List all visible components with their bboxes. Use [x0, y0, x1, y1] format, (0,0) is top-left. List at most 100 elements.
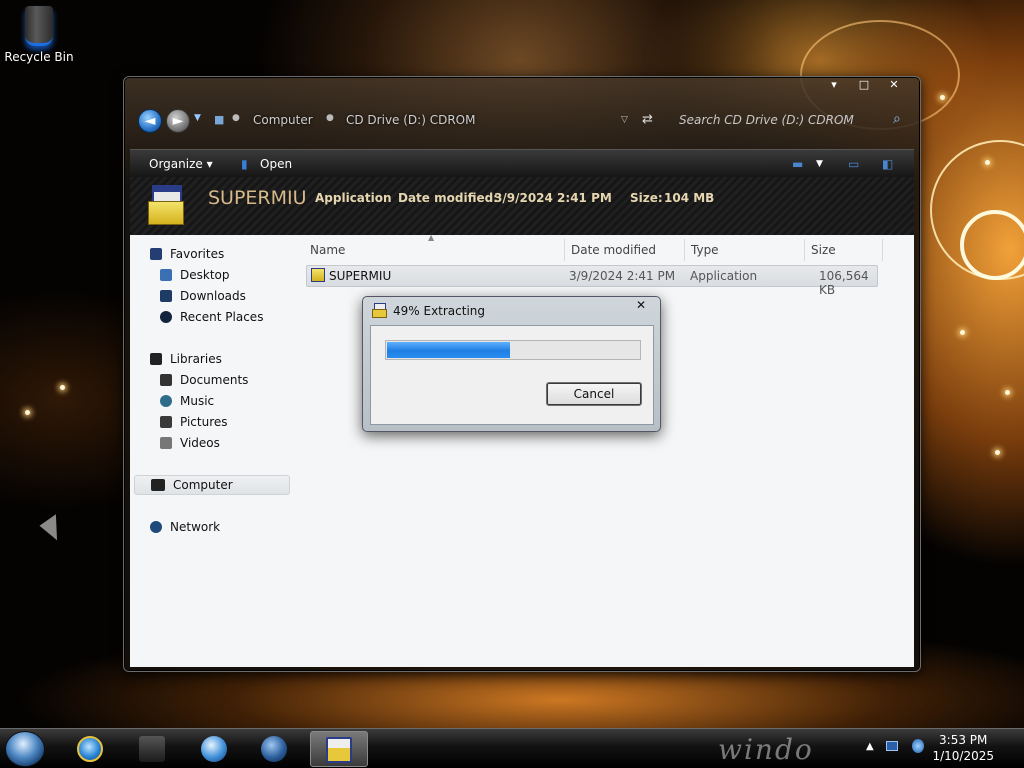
command-bar: Organize ▾ ▮ Open ▬ ▼ ▭ ◧ [130, 149, 914, 177]
column-divider[interactable] [882, 239, 883, 261]
details-file-name: SUPERMIU [208, 187, 307, 209]
media-player-icon [201, 736, 227, 762]
extracting-dialog: 49% Extracting ✕ Cancel [362, 296, 661, 432]
view-dropdown-icon[interactable]: ▼ [816, 159, 823, 169]
taskbar-supermiu[interactable] [310, 731, 368, 767]
column-header-type[interactable]: Type [691, 243, 719, 257]
sidebar-item-label: Music [180, 394, 215, 408]
refresh-icon[interactable]: ⇄ [642, 112, 653, 127]
sidebar-item-documents[interactable]: Documents [160, 371, 248, 389]
file-size: 106,564 KB [819, 269, 869, 297]
details-date-label: Date modified: [398, 191, 498, 205]
details-pane: SUPERMIU Application Date modified: 3/9/… [130, 177, 914, 235]
clock-date: 1/10/2025 [932, 749, 994, 763]
wallpaper-sparkle [60, 385, 65, 390]
pictures-icon [160, 416, 172, 428]
clock-time: 3:53 PM [939, 733, 988, 747]
libraries-icon [150, 353, 162, 365]
sidebar-item-desktop[interactable]: Desktop [160, 266, 230, 284]
taskbar-brand-watermark: windo [718, 733, 814, 766]
cancel-button[interactable]: Cancel [546, 382, 642, 406]
globe-icon [261, 736, 287, 762]
extract-progress-bar [385, 340, 641, 360]
sidebar-item-label: Computer [173, 478, 233, 492]
file-name: SUPERMIU [329, 269, 392, 283]
breadcrumb-computer[interactable]: Computer [253, 113, 313, 127]
column-divider[interactable] [804, 239, 805, 261]
forward-button[interactable]: ► [166, 109, 190, 133]
column-header-date-modified[interactable]: Date modified [571, 243, 656, 257]
music-icon [160, 395, 172, 407]
desktop-icon-recycle-bin[interactable]: Recycle Bin [4, 6, 74, 64]
desktop-icon-label: Recycle Bin [4, 50, 74, 64]
sidebar-item-network[interactable]: Network [150, 518, 220, 536]
folder-icon [139, 736, 165, 762]
sidebar-item-music[interactable]: Music [160, 392, 214, 410]
wallpaper-sparkle [960, 330, 965, 335]
help-icon[interactable]: ◧ [882, 157, 893, 171]
open-file-icon: ▮ [241, 157, 248, 171]
column-divider[interactable] [684, 239, 685, 261]
sidebar-item-libraries[interactable]: Libraries [150, 350, 222, 368]
application-icon [372, 303, 387, 318]
back-button[interactable]: ◄ [138, 109, 162, 133]
breadcrumb-cd-drive[interactable]: CD Drive (D:) CDROM [346, 113, 475, 127]
search-icon[interactable]: ⌕ [893, 111, 901, 127]
column-header-size[interactable]: Size [811, 243, 836, 257]
open-button[interactable]: Open [260, 157, 292, 171]
caption-buttons: ▾ □ ✕ [826, 78, 902, 91]
address-row: ◄ ► ▼ ■ ● Computer ● CD Drive (D:) CDROM… [136, 107, 911, 137]
system-clock[interactable]: 3:53 PM 1/10/2025 [932, 732, 994, 764]
sidebar-item-pictures[interactable]: Pictures [160, 413, 228, 431]
details-date-value: 3/9/2024 2:41 PM [494, 191, 612, 205]
sidebar-item-recent-places[interactable]: Recent Places [160, 308, 263, 326]
address-dropdown-icon[interactable]: ▽ [621, 115, 628, 125]
taskbar: windo ▲ 3:53 PM 1/10/2025 [0, 728, 1024, 768]
sidebar-item-videos[interactable]: Videos [160, 434, 220, 452]
details-size-value: 104 MB [664, 191, 715, 205]
navigation-pane: Favorites Desktop Downloads Recent Place… [130, 235, 298, 667]
sidebar-item-downloads[interactable]: Downloads [160, 287, 246, 305]
sidebar-item-label: Downloads [180, 289, 246, 303]
downloads-icon [160, 290, 172, 302]
sort-arrow-icon: ▲ [428, 233, 435, 242]
sidebar-item-label: Documents [180, 373, 249, 387]
network-globe-icon [150, 521, 162, 533]
computer-icon [151, 479, 165, 491]
search-input[interactable]: Search CD Drive (D:) CDROM [679, 113, 854, 127]
file-date: 3/9/2024 2:41 PM [569, 269, 676, 283]
sidebar-item-label: Libraries [170, 352, 222, 366]
network-tray-icon[interactable] [886, 741, 898, 751]
taskbar-windows-explorer[interactable] [124, 731, 182, 767]
wallpaper-sparkle [25, 410, 30, 415]
minimize-button[interactable]: ▾ [826, 78, 842, 91]
column-divider[interactable] [564, 239, 565, 261]
taskbar-media-player[interactable] [186, 731, 244, 767]
application-icon [148, 185, 186, 225]
wallpaper-swirl [960, 210, 1024, 280]
dialog-close-button[interactable]: ✕ [636, 298, 646, 312]
dialog-title: 49% Extracting [393, 304, 486, 318]
volume-tray-icon[interactable] [912, 739, 924, 753]
sidebar-item-label: Network [170, 520, 221, 534]
sidebar-item-computer[interactable]: Computer [134, 475, 290, 495]
recent-pages-dropdown-icon[interactable]: ▼ [194, 113, 201, 123]
sidebar-item-label: Desktop [180, 268, 230, 282]
column-header-name[interactable]: Name [310, 243, 345, 257]
favorites-star-icon [150, 248, 162, 260]
change-view-icon[interactable]: ▬ [792, 157, 803, 171]
application-icon [326, 737, 352, 763]
organize-menu-button[interactable]: Organize ▾ [149, 157, 213, 171]
show-hidden-icons-button[interactable]: ▲ [866, 741, 874, 752]
table-row[interactable]: SUPERMIU 3/9/2024 2:41 PM Application 10… [306, 265, 878, 297]
sidebar-item-favorites[interactable]: Favorites [150, 245, 224, 263]
close-button[interactable]: ✕ [886, 78, 902, 91]
taskbar-internet-explorer[interactable] [62, 731, 120, 767]
preview-pane-icon[interactable]: ▭ [848, 157, 859, 171]
sidebar-item-label: Recent Places [180, 310, 264, 324]
start-button[interactable] [5, 731, 45, 767]
wallpaper-sparkle [995, 450, 1000, 455]
maximize-button[interactable]: □ [856, 78, 872, 91]
taskbar-globe-app[interactable] [246, 731, 304, 767]
sidebar-item-label: Favorites [170, 247, 225, 261]
